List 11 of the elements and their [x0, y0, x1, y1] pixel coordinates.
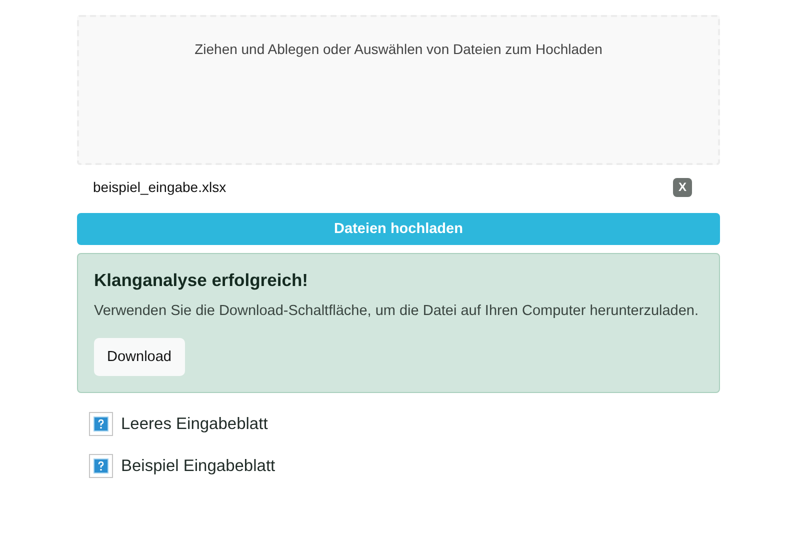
alert-message: Verwenden Sie die Download-Schaltfläche, um die Datei auf Ihren Computer herunterzuladen.: [94, 302, 699, 321]
broken-image-icon: [89, 454, 113, 478]
alert-title: Klanganalyse erfolgreich!: [94, 270, 308, 291]
broken-image-icon: [89, 412, 113, 436]
remove-file-button[interactable]: X: [673, 178, 692, 196]
download-button[interactable]: Download: [94, 338, 184, 376]
download-link[interactable]: Leeres Eingabeblatt: [89, 412, 720, 436]
file-name: beispiel_eingabe.xlsx: [93, 179, 226, 195]
dropzone-hint: Ziehen und Ablegen oder Auswählen von Dateien zum Hochladen: [194, 41, 602, 57]
file-dropzone[interactable]: Ziehen und Ablegen oder Auswählen von Dateien zum Hochladen: [77, 15, 720, 165]
download-link[interactable]: Beispiel Eingabeblatt: [89, 454, 720, 478]
